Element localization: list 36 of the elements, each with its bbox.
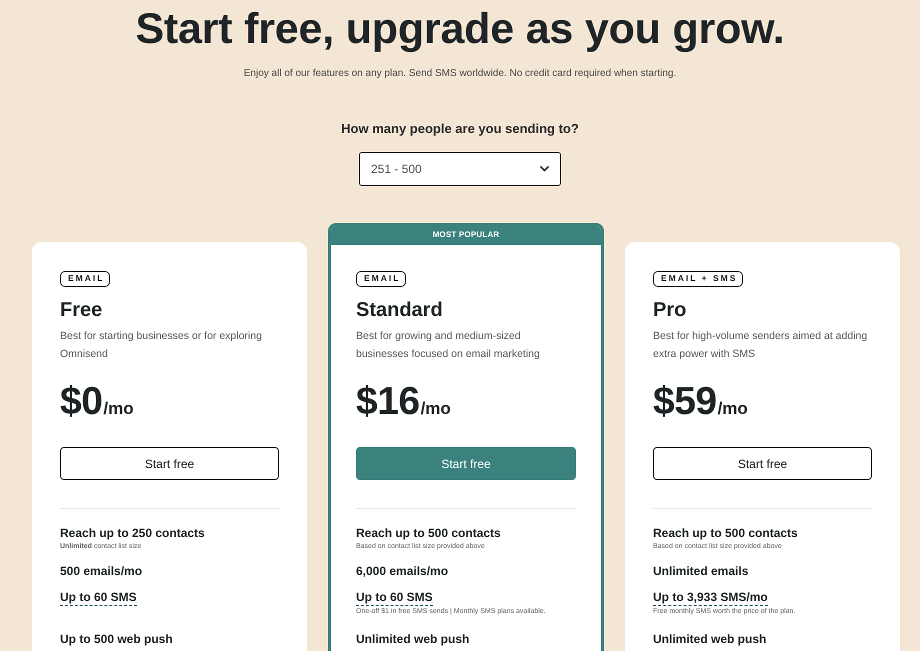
- plan-description: Best for high-volume senders aimed at adding extra power with SMS: [653, 329, 868, 362]
- feature-title: Up to 500 web push: [60, 631, 173, 647]
- plan-name: Pro: [653, 299, 688, 321]
- feature-title: Unlimited web push: [356, 631, 470, 647]
- audience-select[interactable]: 251 - 500: [359, 152, 561, 186]
- feature-title[interactable]: Up to 60 SMS: [356, 590, 433, 606]
- plan-name: Free: [60, 299, 104, 321]
- feature-title: Unlimited emails: [653, 563, 748, 579]
- feature-title[interactable]: Up to 60 SMS: [60, 590, 137, 606]
- start-free-button[interactable]: Start free: [653, 447, 872, 480]
- most-popular-ribbon: MOST POPULAR: [331, 226, 601, 245]
- feature-title: Reach up to 500 contacts: [356, 525, 501, 541]
- plan-description: Best for growing and medium-sized businesses focused on email marketing: [356, 329, 541, 362]
- feature-title: Unlimited web push: [653, 631, 766, 647]
- subtitle: Enjoy all of our features on any plan. Send SMS worldwide. No credit card required when starting.: [244, 67, 676, 81]
- price-amount: $16: [356, 380, 420, 424]
- channel-tag: EMAIL: [356, 271, 406, 287]
- feature-title: Reach up to 500 contacts: [653, 525, 798, 541]
- chevron-down-icon: [540, 166, 549, 172]
- feature-title: Reach up to 250 contacts: [60, 525, 205, 541]
- feature-title: 500 emails/mo: [60, 563, 142, 579]
- price-period: /mo: [718, 399, 748, 419]
- feature-title: 6,000 emails/mo: [356, 563, 448, 579]
- price-amount: $59: [653, 380, 717, 424]
- channel-tag: EMAIL: [60, 271, 110, 287]
- channel-tag: EMAIL + SMS: [653, 271, 744, 287]
- price-period: /mo: [420, 399, 451, 419]
- page-title: Start free, upgrade as you grow.: [135, 8, 785, 51]
- price-period: /mo: [103, 399, 134, 419]
- plan-name: Standard: [356, 299, 444, 321]
- plan-description: Best for starting businesses or for exploring Omnisend: [60, 329, 263, 362]
- start-free-button[interactable]: Start free: [356, 447, 576, 480]
- price-amount: $0: [60, 380, 102, 424]
- question-label: How many people are you sending to?: [341, 120, 579, 138]
- start-free-button[interactable]: Start free: [60, 447, 279, 480]
- feature-title[interactable]: Up to 3,933 SMS/mo: [653, 590, 768, 606]
